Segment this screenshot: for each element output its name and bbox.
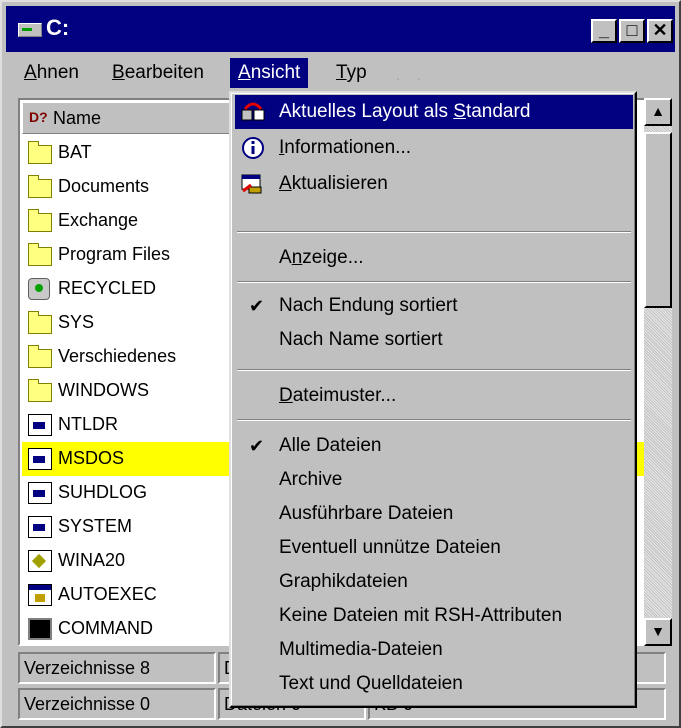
dropdown-item-label: Ausführbare Dateien	[279, 503, 454, 524]
file-name: Verschiedenes	[58, 346, 177, 366]
dropdown-item[interactable]: Ausführbare Dateien	[235, 497, 633, 531]
dropdown-item[interactable]: Multimedia-Dateien	[235, 633, 633, 667]
dropdown-item[interactable]: Dateimuster...	[235, 379, 633, 413]
checkmark-icon: ✔	[249, 296, 265, 316]
folder-icon	[28, 175, 52, 198]
file-name: AUTOEXEC	[58, 584, 157, 604]
dropdown-item-label: Archive	[279, 469, 343, 490]
file-name: RECYCLED	[58, 278, 157, 298]
layout-icon	[241, 101, 265, 123]
close-button[interactable]: ✕	[647, 19, 673, 43]
system-file-icon	[28, 516, 52, 538]
window-title: C:	[46, 15, 70, 40]
scroll-thumb[interactable]	[644, 132, 672, 308]
folder-icon	[28, 141, 52, 164]
dropdown-item-label: Aktualisieren	[279, 173, 388, 194]
folder-icon	[28, 209, 52, 232]
menu-separator	[237, 369, 631, 371]
file-name: Documents	[58, 176, 150, 196]
menu-ahnen[interactable]: Ahnen	[16, 58, 87, 88]
refresh-icon	[241, 173, 265, 195]
explorer-window: C: _ □ ✕ Ahnen Bearbeiten Ansicht Typ · …	[0, 0, 681, 728]
minimize-button[interactable]: _	[591, 19, 617, 43]
checkmark-icon: ✔	[249, 436, 265, 456]
menu-bearbeiten[interactable]: Bearbeiten	[104, 58, 212, 88]
dropdown-item[interactable]: Text und Quelldateien	[235, 667, 633, 701]
dropdown-item[interactable]: ✔ Nach Endung sortiert	[235, 289, 633, 323]
scroll-up-button[interactable]: ▲	[644, 98, 672, 126]
dropdown-item-label: Aktuelles Layout als Standard	[279, 101, 531, 122]
drive-icon	[18, 23, 42, 37]
dropdown-item[interactable]: Nach Name sortiert	[235, 323, 633, 357]
folder-icon	[28, 243, 52, 266]
status-dirs: Verzeichnisse 0	[18, 688, 216, 720]
recycle-bin-icon	[28, 278, 50, 300]
dropdown-item-label: Multimedia-Dateien	[279, 639, 443, 660]
file-name: COMMAND	[58, 618, 153, 638]
file-name: SYSTEM	[58, 516, 133, 536]
info-icon	[241, 137, 265, 159]
vertical-scrollbar[interactable]: ▲ ▼	[644, 98, 672, 646]
file-name: Exchange	[58, 210, 139, 230]
file-name: NTLDR	[58, 414, 119, 434]
dropdown-item-label: Graphikdateien	[279, 571, 408, 592]
dropdown-item[interactable]: Aktualisieren	[235, 167, 633, 201]
dropdown-item-label: Text und Quelldateien	[279, 673, 463, 694]
command-file-icon	[28, 618, 52, 640]
dropdown-item[interactable]: Archive	[235, 463, 633, 497]
menu-bar: Ahnen Bearbeiten Ansicht Typ · ·	[6, 54, 675, 94]
dropdown-item-label: Informationen...	[279, 137, 412, 158]
dropdown-item-label: Eventuell unnütze Dateien	[279, 537, 501, 558]
dropdown-item-label: Nach Endung sortiert	[279, 295, 458, 316]
file-name: WINDOWS	[58, 380, 149, 400]
dropdown-item-label: Keine Dateien mit RSH-Attributen	[279, 605, 563, 626]
menu-separator	[237, 419, 631, 421]
folder-icon	[28, 311, 52, 334]
dropdown-item-label: Dateimuster...	[279, 385, 397, 406]
dropdown-item-label: Alle Dateien	[279, 435, 382, 456]
maximize-button[interactable]: □	[619, 19, 645, 43]
file-name: MSDOS	[58, 448, 125, 468]
file-name: WINA20	[58, 550, 126, 570]
menu-typ[interactable]: Typ	[328, 58, 375, 88]
dropdown-item[interactable]: Anzeige...	[235, 241, 633, 275]
dropdown-item[interactable]: Keine Dateien mit RSH-Attributen	[235, 599, 633, 633]
title-bar[interactable]: C: _ □ ✕	[6, 6, 675, 52]
file-name: Program Files	[58, 244, 171, 264]
file-name: BAT	[58, 142, 92, 162]
dropdown-item[interactable]: Eventuell unnütze Dateien	[235, 531, 633, 565]
folder-icon	[28, 379, 52, 402]
status-dirs: Verzeichnisse 8	[18, 652, 216, 684]
dropdown-item[interactable]: Graphikdateien	[235, 565, 633, 599]
dropdown-item[interactable]: Informationen...	[235, 131, 633, 165]
menu-separator	[237, 281, 631, 283]
batch-file-icon	[28, 584, 52, 606]
dropdown-item[interactable]: Aktuelles Layout als Standard	[235, 95, 633, 129]
system-file-icon	[28, 414, 52, 436]
ansicht-dropdown-menu: Aktuelles Layout als Standard Information…	[229, 91, 637, 708]
folder-icon	[28, 345, 52, 368]
system-file-icon	[28, 448, 52, 470]
menu-bar-grip: · ·	[396, 70, 428, 86]
dropdown-item-label: Anzeige...	[279, 247, 364, 268]
driver-file-icon	[28, 550, 52, 572]
dropdown-item-label: Nach Name sortiert	[279, 329, 443, 350]
sort-icon: D?	[29, 109, 48, 125]
menu-ansicht[interactable]: Ansicht	[230, 58, 309, 88]
scroll-down-button[interactable]: ▼	[644, 618, 672, 646]
dropdown-item[interactable]: ✔ Alle Dateien	[235, 429, 633, 463]
file-name: SYS	[58, 312, 95, 332]
system-file-icon	[28, 482, 52, 504]
menu-separator	[237, 231, 631, 233]
file-name: SUHDLOG	[58, 482, 148, 502]
